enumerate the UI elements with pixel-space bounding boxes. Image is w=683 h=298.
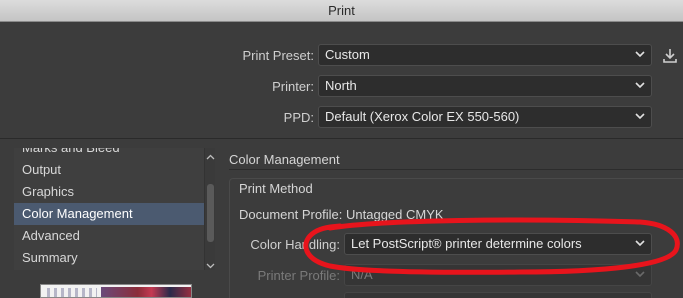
save-preset-icon[interactable] bbox=[661, 47, 679, 65]
page-preview bbox=[40, 284, 192, 298]
color-handling-select[interactable]: Let PostScript® printer determine colors bbox=[344, 233, 652, 255]
ppd-value: Default (Xerox Color EX 550-560) bbox=[325, 109, 520, 124]
window-title: Print bbox=[328, 3, 355, 18]
scroll-down-arrow-icon[interactable] bbox=[206, 258, 215, 269]
print-preset-label: Print Preset: bbox=[242, 48, 314, 63]
chevron-down-icon bbox=[634, 79, 646, 91]
printer-select[interactable]: North bbox=[318, 75, 652, 97]
ppd-label: PPD: bbox=[283, 110, 314, 125]
sidebar-item-color-management[interactable]: Color Management bbox=[14, 203, 204, 225]
printer-profile-label: Printer Profile: bbox=[257, 268, 340, 283]
scroll-up-arrow-icon[interactable] bbox=[206, 150, 215, 160]
sidebar-item-summary[interactable]: Summary bbox=[14, 247, 204, 269]
printer-value: North bbox=[325, 78, 357, 93]
window-title-bar: Print bbox=[0, 0, 683, 22]
secondary-option-select bbox=[344, 292, 652, 298]
printer-profile-select: N/A bbox=[344, 264, 652, 286]
header-divider bbox=[0, 138, 683, 139]
sidebar-scrollbar[interactable] bbox=[204, 148, 215, 270]
print-preset-value: Custom bbox=[325, 47, 370, 62]
document-profile-label: Document Profile: bbox=[239, 207, 343, 222]
preview-artwork bbox=[101, 287, 191, 297]
ppd-select[interactable]: Default (Xerox Color EX 550-560) bbox=[318, 106, 652, 128]
chevron-down-icon bbox=[634, 48, 646, 60]
preview-crop-marks bbox=[47, 288, 97, 297]
chevron-down-icon bbox=[634, 110, 646, 122]
color-handling-label: Color Handling: bbox=[250, 237, 340, 252]
section-title: Color Management bbox=[229, 152, 340, 167]
sidebar-item-graphics[interactable]: Graphics bbox=[14, 181, 204, 203]
print-method-title: Print Method bbox=[239, 181, 313, 196]
scrollbar-thumb[interactable] bbox=[207, 184, 214, 242]
print-preset-select[interactable]: Custom bbox=[318, 44, 652, 66]
section-divider bbox=[229, 169, 683, 170]
color-handling-value: Let PostScript® printer determine colors bbox=[351, 236, 582, 251]
chevron-down-icon bbox=[634, 237, 646, 249]
printer-profile-value: N/A bbox=[351, 267, 373, 282]
printer-label: Printer: bbox=[272, 79, 314, 94]
sidebar-item-output[interactable]: Output bbox=[14, 159, 204, 181]
chevron-down-icon bbox=[634, 268, 646, 280]
sidebar-item-marks-and-bleed[interactable]: Marks and Bleed bbox=[14, 148, 204, 159]
document-profile-value: Untagged CMYK bbox=[346, 207, 444, 222]
sidebar-item-advanced[interactable]: Advanced bbox=[14, 225, 204, 247]
category-list[interactable]: Marks and Bleed Output Graphics Color Ma… bbox=[14, 148, 215, 270]
